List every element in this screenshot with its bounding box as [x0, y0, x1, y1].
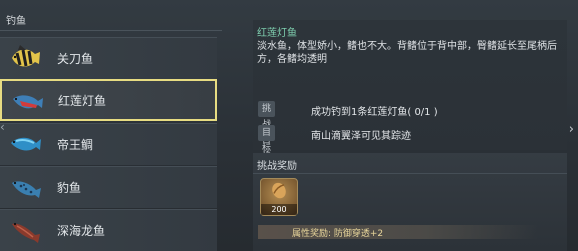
fish-item-bream[interactable]: 帝王鲷 [0, 123, 217, 165]
leopard-fish-icon [12, 181, 41, 198]
detail-panel: 红莲灯鱼 淡水鱼，体型娇小，鳍也不大。背鳍位于背中部，臀鳍延长至尾柄后方，各鳍均… [253, 10, 567, 251]
chevron-left-icon[interactable]: ‹ [0, 120, 5, 134]
hint-label: 目标提示 [258, 125, 276, 186]
reward-section: 挑战奖励 200 属性奖励: 防御穿透+2 [253, 153, 567, 251]
challenge-label: 挑战目标 [258, 101, 276, 162]
section-title: 钓鱼 [6, 16, 26, 27]
divider [0, 30, 222, 31]
fish-name: 深海龙鱼 [57, 224, 106, 238]
reward-item[interactable]: 200 [260, 178, 298, 216]
angelfish-icon [12, 45, 40, 67]
divider [253, 173, 567, 174]
attribute-reward: 属性奖励: 防御穿透+2 [292, 229, 384, 239]
fish-name: 豹鱼 [57, 181, 82, 195]
attribute-bar: 属性奖励: 防御穿透+2 [258, 225, 538, 239]
hint-value: 南山滴翼泽可见其踪迹 [311, 131, 411, 142]
fish-item-angelfish[interactable]: 关刀鱼 [0, 37, 217, 79]
fishing-screen: 钓鱼 关刀鱼 红莲灯鱼 帝王鲷 豹鱼 深海龙鱼 ‹ 红莲灯鱼 淡水鱼，体型娇小，… [0, 0, 578, 251]
reward-header: 挑战奖励 [257, 161, 297, 172]
challenge-value: 成功钓到1条红莲灯鱼( 0/1 ) [311, 107, 438, 118]
lantern-fish-icon [13, 95, 43, 109]
fish-name: 关刀鱼 [57, 52, 94, 66]
seed-icon [272, 182, 286, 199]
fish-item-leopard[interactable]: 豹鱼 [0, 166, 217, 208]
reward-count: 200 [261, 204, 297, 215]
bream-icon [11, 137, 41, 151]
chevron-right-icon[interactable]: › [569, 122, 574, 137]
fish-name: 红莲灯鱼 [58, 94, 107, 108]
fish-list-panel: 钓鱼 关刀鱼 红莲灯鱼 帝王鲷 豹鱼 深海龙鱼 ‹ [0, 0, 222, 251]
fish-title: 红莲灯鱼 [257, 28, 297, 39]
fish-description: 淡水鱼，体型娇小，鳍也不大。背鳍位于背中部，臀鳍延长至尾柄后方，各鳍均透明 [257, 41, 557, 65]
dragonfish-icon [12, 222, 40, 243]
fish-item-red-lantern[interactable]: 红莲灯鱼 [0, 79, 217, 121]
fish-item-dragonfish[interactable]: 深海龙鱼 [0, 209, 217, 251]
fish-name: 帝王鲷 [57, 138, 94, 152]
fish-detail: 红莲灯鱼 淡水鱼，体型娇小，鳍也不大。背鳍位于背中部，臀鳍延长至尾柄后方，各鳍均… [253, 20, 567, 186]
